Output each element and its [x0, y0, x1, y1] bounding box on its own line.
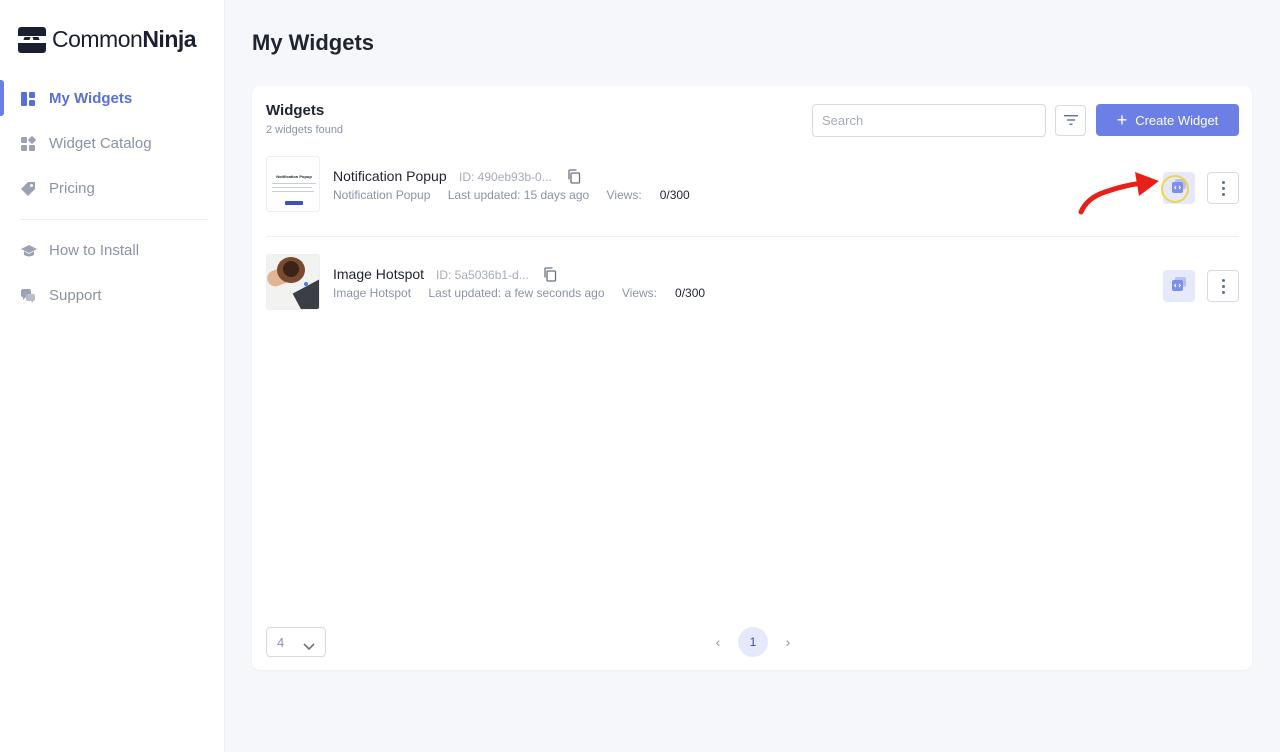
- row-divider: [266, 236, 1239, 237]
- widget-id: ID: 490eb93b-0...: [459, 170, 552, 184]
- widget-meta: Image Hotspot Last updated: a few second…: [333, 286, 733, 300]
- brand-name: CommonNinja: [52, 26, 197, 52]
- sidebar-item-support[interactable]: Support: [0, 273, 224, 318]
- sidebar-divider: [20, 219, 208, 220]
- sidebar-item-my-widgets[interactable]: My Widgets: [0, 76, 224, 121]
- widget-name[interactable]: Image Hotspot: [333, 266, 424, 282]
- sidebar-item-label: Pricing: [49, 180, 95, 197]
- widget-views: Views: 0/300: [606, 188, 690, 202]
- widget-meta: Notification Popup Last updated: 15 days…: [333, 188, 718, 202]
- more-options-button[interactable]: [1207, 270, 1239, 302]
- brand-logo[interactable]: CommonNinja: [18, 26, 197, 53]
- widget-last-updated: Last updated: a few seconds ago: [428, 286, 605, 300]
- catalog-grid-icon: [20, 135, 36, 152]
- per-page-value: 4: [277, 634, 285, 650]
- widget-id: ID: 5a5036b1-d...: [436, 268, 529, 282]
- widgets-panel-title: Widgets: [266, 102, 325, 119]
- page-title: My Widgets: [252, 30, 375, 55]
- plus-icon: +: [1116, 110, 1128, 130]
- chevron-right-icon: ›: [785, 634, 791, 650]
- sidebar-nav: My Widgets Widget Catalog Pricing How to…: [0, 76, 224, 318]
- sidebar-item-label: How to Install: [49, 242, 140, 259]
- sidebar-item-pricing[interactable]: Pricing: [0, 166, 224, 211]
- more-vertical-icon: [1221, 180, 1225, 196]
- prev-page-button[interactable]: ‹: [708, 627, 728, 657]
- sidebar-item-label: Support: [49, 287, 102, 304]
- widget-name[interactable]: Notification Popup: [333, 168, 447, 184]
- create-widget-button[interactable]: + Create Widget: [1096, 104, 1239, 136]
- widgets-card: Widgets 2 widgets found + Create Widget …: [252, 86, 1252, 670]
- graduation-cap-icon: [20, 243, 37, 259]
- sidebar-item-label: My Widgets: [49, 90, 133, 107]
- price-tag-icon: [20, 181, 36, 197]
- chevron-down-icon: [303, 639, 315, 654]
- next-page-button[interactable]: ›: [778, 627, 798, 657]
- more-vertical-icon: [1221, 278, 1225, 294]
- embed-code-icon: [1171, 178, 1187, 199]
- widget-type: Image Hotspot: [333, 286, 412, 300]
- filter-button[interactable]: [1055, 105, 1086, 136]
- search-input[interactable]: [812, 104, 1046, 137]
- widget-thumbnail[interactable]: [266, 254, 320, 310]
- per-page-select[interactable]: 4: [266, 627, 326, 657]
- sidebar-item-widget-catalog[interactable]: Widget Catalog: [0, 121, 224, 166]
- embed-code-icon: [1171, 276, 1187, 297]
- copy-icon[interactable]: [543, 267, 557, 282]
- widget-thumbnail[interactable]: Notification Popup: [266, 156, 320, 212]
- chat-bubbles-icon: [20, 288, 36, 304]
- page-number-button[interactable]: 1: [738, 627, 768, 657]
- widget-row[interactable]: Image Hotspot ID: 5a5036b1-d... Image Ho…: [266, 254, 1239, 310]
- more-options-button[interactable]: [1207, 172, 1239, 204]
- sidebar: CommonNinja My Widgets Widget Catalog Pr…: [0, 0, 225, 752]
- widgets-count: 2 widgets found: [266, 124, 344, 136]
- embed-code-button[interactable]: [1163, 270, 1195, 302]
- sidebar-item-label: Widget Catalog: [49, 135, 152, 152]
- widget-type: Notification Popup: [333, 188, 431, 202]
- sidebar-item-how-to-install[interactable]: How to Install: [0, 228, 224, 273]
- filter-icon: [1063, 112, 1078, 130]
- ninja-logo-icon: [18, 26, 46, 53]
- chevron-left-icon: ‹: [715, 634, 721, 650]
- create-widget-label: Create Widget: [1135, 112, 1219, 128]
- widget-last-updated: Last updated: 15 days ago: [447, 188, 590, 202]
- widget-row[interactable]: Notification Popup Notification Popup ID…: [266, 156, 1239, 212]
- embed-code-button[interactable]: [1163, 172, 1195, 204]
- widget-views: Views: 0/300: [621, 286, 706, 300]
- copy-icon[interactable]: [567, 169, 581, 184]
- pagination: ‹ 1 ›: [708, 627, 798, 657]
- dashboard-icon: [20, 91, 36, 107]
